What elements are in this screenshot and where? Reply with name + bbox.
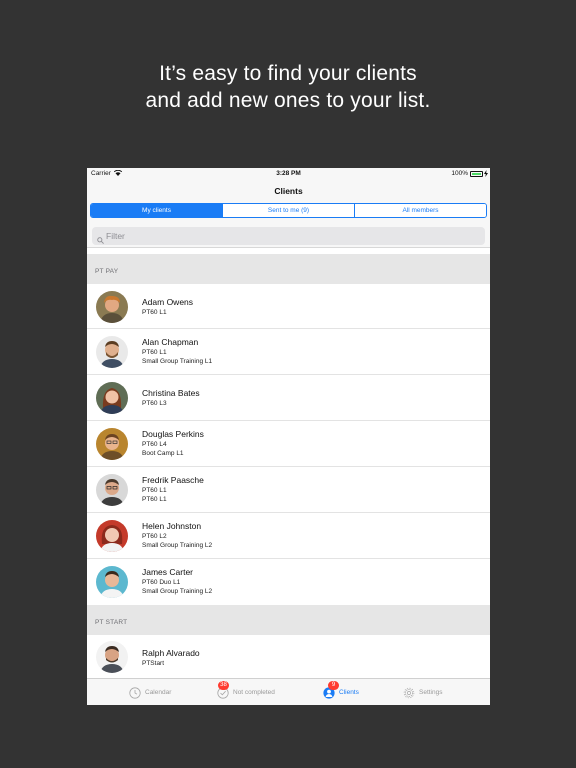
section-header-pt-pay: PT PAY [87, 254, 490, 284]
clients-badge: 9 [328, 681, 339, 690]
avatar [96, 291, 128, 323]
avatar [96, 382, 128, 414]
tab-calendar[interactable]: Calendar [129, 679, 171, 705]
tab-clients-label: Clients [339, 688, 359, 696]
avatar [96, 520, 128, 552]
client-detail: PT60 L4 [142, 441, 167, 448]
ipad-screen: Carrier 3:28 PM 100% Clients My clients … [87, 168, 490, 705]
client-name: Alan Chapman [142, 337, 199, 347]
client-row[interactable]: Helen Johnston PT60 L2 Small Group Train… [87, 513, 490, 559]
tab-not-completed[interactable]: Not completed 38 [217, 679, 275, 705]
client-name: Fredrik Paasche [142, 475, 204, 485]
client-name: Ralph Alvarado [142, 648, 200, 658]
client-detail: PT60 L1 [142, 496, 167, 503]
clock-time: 3:28 PM [276, 170, 301, 177]
search-field [92, 227, 485, 245]
client-name: Adam Owens [142, 297, 194, 307]
segment-bar: My clients Sent to me (9) All members [87, 203, 490, 224]
tab-settings[interactable]: Settings [403, 679, 443, 705]
client-row[interactable]: James Carter PT60 Duo L1 Small Group Tra… [87, 559, 490, 605]
promo-line-1: It’s easy to find your clients [159, 62, 417, 85]
tab-settings-label: Settings [419, 688, 443, 696]
tab-calendar-label: Calendar [145, 688, 172, 696]
avatar [96, 428, 128, 460]
client-name: Douglas Perkins [142, 429, 204, 439]
battery-percent: 100% [451, 170, 468, 177]
segment-sent-to-me[interactable]: Sent to me (9) [222, 204, 354, 217]
client-detail: PT60 L1 [142, 349, 167, 356]
client-row[interactable]: Fredrik Paasche PT60 L1 PT60 L1 [87, 467, 490, 513]
client-filter-segmented-control: My clients Sent to me (9) All members [90, 203, 487, 218]
charging-icon [484, 169, 488, 179]
client-name: Christina Bates [142, 388, 200, 398]
client-name: Helen Johnston [142, 521, 202, 531]
client-detail: PT60 L1 [142, 487, 167, 494]
filter-input[interactable] [106, 227, 466, 245]
client-detail: PTStart [142, 660, 165, 667]
avatar [96, 474, 128, 506]
tab-clients[interactable]: Clients 9 [323, 679, 359, 705]
battery-icon [470, 171, 483, 177]
client-detail: PT60 Duo L1 [142, 579, 181, 586]
client-row[interactable]: Ralph Alvarado PTStart [87, 635, 490, 678]
client-detail: Boot Camp L1 [142, 450, 184, 457]
client-row[interactable]: Adam Owens PT60 L1 [87, 284, 490, 329]
client-detail: PT60 L2 [142, 533, 167, 540]
client-name: James Carter [142, 567, 194, 577]
avatar [96, 566, 128, 598]
promo-line-2: and add new ones to your list. [145, 89, 431, 112]
segment-all-members[interactable]: All members [354, 204, 486, 217]
client-detail: Small Group Training L2 [142, 588, 213, 595]
client-list: PT PAY Adam Owens PT60 L1 Alan Chapman P… [87, 254, 490, 678]
promo-headline: It’s easy to find your clients and add n… [0, 60, 576, 114]
tab-bar: Calendar Not completed 38 Clients 9 Sett… [87, 678, 490, 705]
avatar [96, 336, 128, 368]
client-row[interactable]: Christina Bates PT60 L3 [87, 375, 490, 421]
segment-my-clients[interactable]: My clients [91, 204, 222, 217]
clock-icon [129, 686, 141, 699]
client-detail: PT60 L1 [142, 309, 167, 316]
search-bar [87, 224, 490, 248]
client-detail: PT60 L3 [142, 400, 167, 407]
avatar [96, 641, 128, 673]
tab-not-completed-label: Not completed [233, 688, 275, 696]
client-detail: Small Group Training L1 [142, 358, 213, 365]
client-row[interactable]: Alan Chapman PT60 L1 Small Group Trainin… [87, 329, 490, 375]
client-row[interactable]: Douglas Perkins PT60 L4 Boot Camp L1 [87, 421, 490, 467]
not-completed-badge: 38 [218, 681, 229, 690]
gear-icon [403, 686, 415, 699]
page-title: Clients [274, 186, 303, 196]
nav-bar: Clients [87, 180, 490, 203]
client-detail: Small Group Training L2 [142, 542, 213, 549]
section-header-pt-start: PT START [87, 605, 490, 635]
status-bar: Carrier 3:28 PM 100% [87, 168, 490, 180]
search-icon [97, 231, 104, 244]
